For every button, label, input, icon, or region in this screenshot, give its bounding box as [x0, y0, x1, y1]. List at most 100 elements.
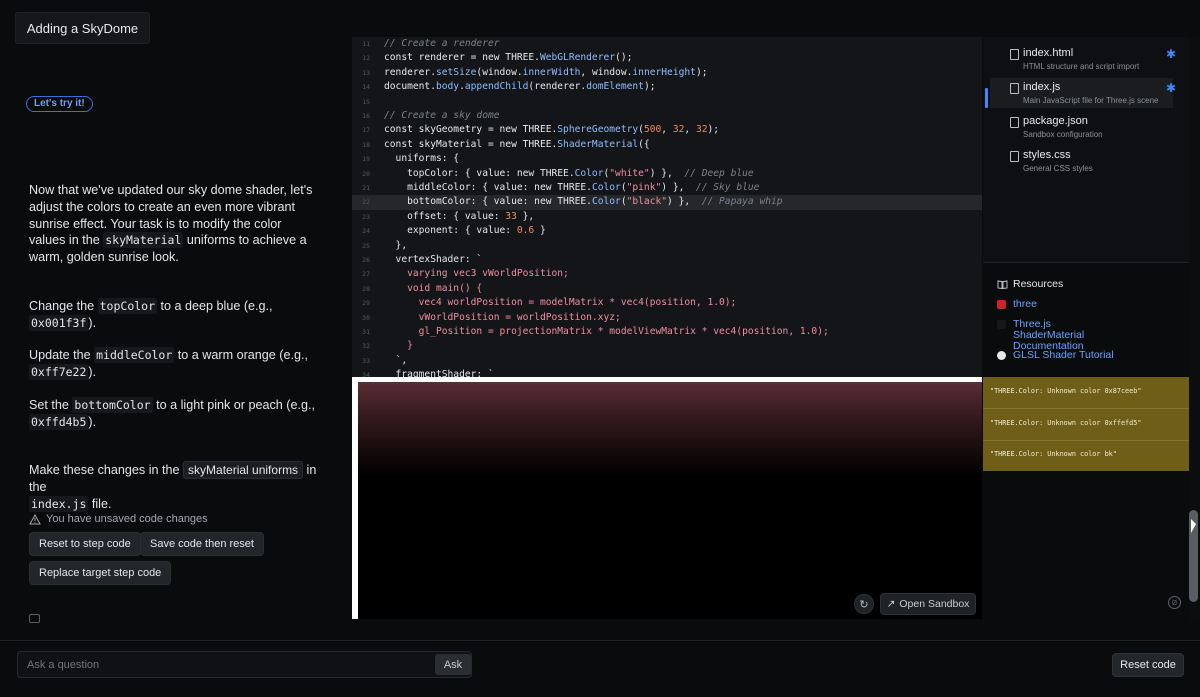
code-text: vec4 worldPosition = modelMatrix * vec4(…: [384, 296, 737, 310]
code-line[interactable]: 16 // Create a sky dome: [352, 109, 982, 123]
code-token: uniforms: {: [384, 153, 460, 165]
intro-code: skyMaterial: [103, 232, 184, 249]
line-number: 22: [362, 198, 370, 207]
file-item[interactable]: index.js Main JavaScript file for Three.j…: [990, 78, 1176, 108]
code-text: vWorldPosition = worldPosition.xyz;: [384, 311, 621, 325]
code-token: vWorldPosition = worldPosition.xyz;: [384, 311, 621, 323]
sky-dome-canvas[interactable]: [358, 382, 982, 619]
line-number: 12: [362, 54, 370, 63]
code-line[interactable]: 33 `,: [352, 354, 982, 368]
code-line[interactable]: 30 vWorldPosition = worldPosition.xyz;: [352, 311, 982, 325]
line-number: 23: [362, 212, 370, 221]
step3-mid: to a light pink or peach (e.g.,: [152, 398, 316, 412]
code-token: exponent: { value:: [384, 225, 517, 237]
resources-title: Resources: [1013, 278, 1064, 290]
code-line[interactable]: 28 void main() {: [352, 282, 982, 296]
code-line[interactable]: 14 document.body.appendChild(renderer.dom…: [352, 80, 982, 94]
replace-target-step-button[interactable]: Replace target step code: [29, 561, 172, 585]
ask-button[interactable]: Ask: [435, 654, 471, 675]
step1-post: ).: [88, 315, 97, 330]
code-token: Color: [591, 196, 621, 208]
error-message: "THREE.Color: Unknown color bk": [990, 450, 1117, 458]
disable-icon[interactable]: ⊘: [1168, 596, 1181, 609]
resource-link[interactable]: GLSL Shader Tutorial: [1013, 350, 1114, 361]
resource-link[interactable]: three: [1013, 299, 1037, 310]
open-sandbox-button[interactable]: ↗ Open Sandbox: [880, 593, 976, 615]
code-token: "white": [609, 167, 650, 179]
code-line[interactable]: 34 fragmentShader: `: [352, 368, 982, 377]
code-line[interactable]: 15: [352, 95, 982, 109]
code-token: // Deep blue: [684, 167, 754, 179]
code-token: );: [695, 66, 708, 78]
code-token: Color: [574, 167, 604, 179]
code-line[interactable]: 11 // Create a renderer: [352, 37, 982, 51]
code-line[interactable]: 24 exponent: { value: 0.6 }: [352, 224, 982, 238]
code-token: },: [516, 210, 535, 222]
final-pre: Make these changes in the: [29, 463, 184, 477]
code-token: bottomColor: { value: new THREE.: [384, 196, 592, 208]
code-text: bottomColor: { value: new THREE.Color("b…: [384, 195, 783, 209]
code-line[interactable]: 22 bottomColor: { value: new THREE.Color…: [352, 195, 982, 210]
code-line[interactable]: 25 },: [352, 239, 982, 253]
line-number: 24: [362, 227, 370, 236]
ask-question-input[interactable]: [17, 651, 472, 678]
code-line[interactable]: 18 const skyMaterial = new THREE.ShaderMa…: [352, 138, 982, 152]
file-item[interactable]: index.html HTML structure and script impo…: [990, 44, 1176, 74]
line-number: 29: [362, 299, 370, 308]
code-token: renderer.: [384, 66, 436, 78]
code-line[interactable]: 20 topColor: { value: new THREE.Color("w…: [352, 167, 982, 181]
code-token: }: [534, 225, 546, 237]
code-line[interactable]: 21 middleColor: { value: new THREE.Color…: [352, 181, 982, 195]
code-token: const skyMaterial = new THREE.: [384, 138, 558, 150]
code-token: // Papaya whip: [701, 196, 783, 208]
code-text: const renderer = new THREE.WebGLRenderer…: [384, 51, 632, 65]
active-file-indicator: [985, 88, 988, 108]
error-console: "THREE.Color: Unknown color 0x87ceeb" "TH…: [983, 377, 1190, 471]
code-token: // Sky blue: [695, 182, 760, 193]
reset-to-step-button[interactable]: Reset to step code: [29, 532, 141, 556]
code-line[interactable]: 17 const skyGeometry = new THREE.SphereGe…: [352, 123, 982, 137]
error-message: "THREE.Color: Unknown color 0xffefd5": [990, 418, 1142, 427]
code-token: setSize: [435, 66, 477, 78]
code-line[interactable]: 27 varying vec3 vWorldPosition;: [352, 267, 982, 281]
step-middle-color: Update the middleColor to a warm orange …: [29, 347, 319, 381]
code-token: middleColor: { value: new THREE.: [384, 182, 592, 193]
code-token: );: [707, 124, 720, 136]
code-editor[interactable]: 11 // Create a renderer 12 const renderer =…: [352, 37, 982, 377]
code-line[interactable]: 26 vertexShader: `: [352, 253, 982, 267]
resource-link[interactable]: Three.js ShaderMaterial Documentation: [1013, 319, 1123, 352]
file-item[interactable]: package.json Sandbox configuration: [990, 112, 1173, 142]
lesson-intro: Now that we've updated our sky dome shad…: [29, 182, 319, 266]
code-line[interactable]: 32 }: [352, 339, 982, 353]
reload-icon[interactable]: ↻: [854, 594, 874, 614]
lesson-tab[interactable]: Adding a SkyDome: [15, 12, 150, 44]
code-line[interactable]: 29 vec4 worldPosition = modelMatrix * ve…: [352, 296, 982, 310]
code-token: ,: [661, 124, 673, 136]
code-token: document.: [384, 81, 436, 93]
line-number: 17: [362, 126, 370, 135]
file-icon: [1010, 83, 1019, 94]
code-token: );: [643, 81, 656, 93]
step1-value: 0x001f3f: [29, 314, 89, 331]
code-line[interactable]: 19 uniforms: {: [352, 152, 982, 166]
code-token: ();: [615, 52, 633, 64]
reset-code-button[interactable]: Reset code: [1112, 653, 1184, 677]
code-token: // Create a renderer: [384, 38, 500, 49]
code-line[interactable]: 31 gl_Position = projectionMatrix * mode…: [352, 325, 982, 339]
file-name: styles.css: [1023, 149, 1071, 161]
comment-icon[interactable]: [29, 614, 40, 623]
line-number: 34: [362, 371, 370, 377]
line-number: 14: [362, 83, 370, 92]
code-line[interactable]: 23 offset: { value: 33 },: [352, 210, 982, 224]
preview-frame: [352, 377, 982, 619]
file-name: index.html: [1023, 47, 1074, 59]
file-item[interactable]: styles.css General CSS styles: [990, 146, 1173, 176]
code-token: ShaderMaterial: [557, 138, 639, 150]
save-then-reset-button[interactable]: Save code then reset: [140, 532, 264, 556]
code-token: ) },: [649, 167, 685, 179]
lets-try-badge: Let's try it!: [26, 96, 93, 112]
code-line[interactable]: 13 renderer.setSize(window.innerWidth, wi…: [352, 66, 982, 80]
line-number: 28: [362, 284, 370, 293]
code-line[interactable]: 12 const renderer = new THREE.WebGLRender…: [352, 51, 982, 65]
code-token: 0.6: [516, 225, 535, 237]
